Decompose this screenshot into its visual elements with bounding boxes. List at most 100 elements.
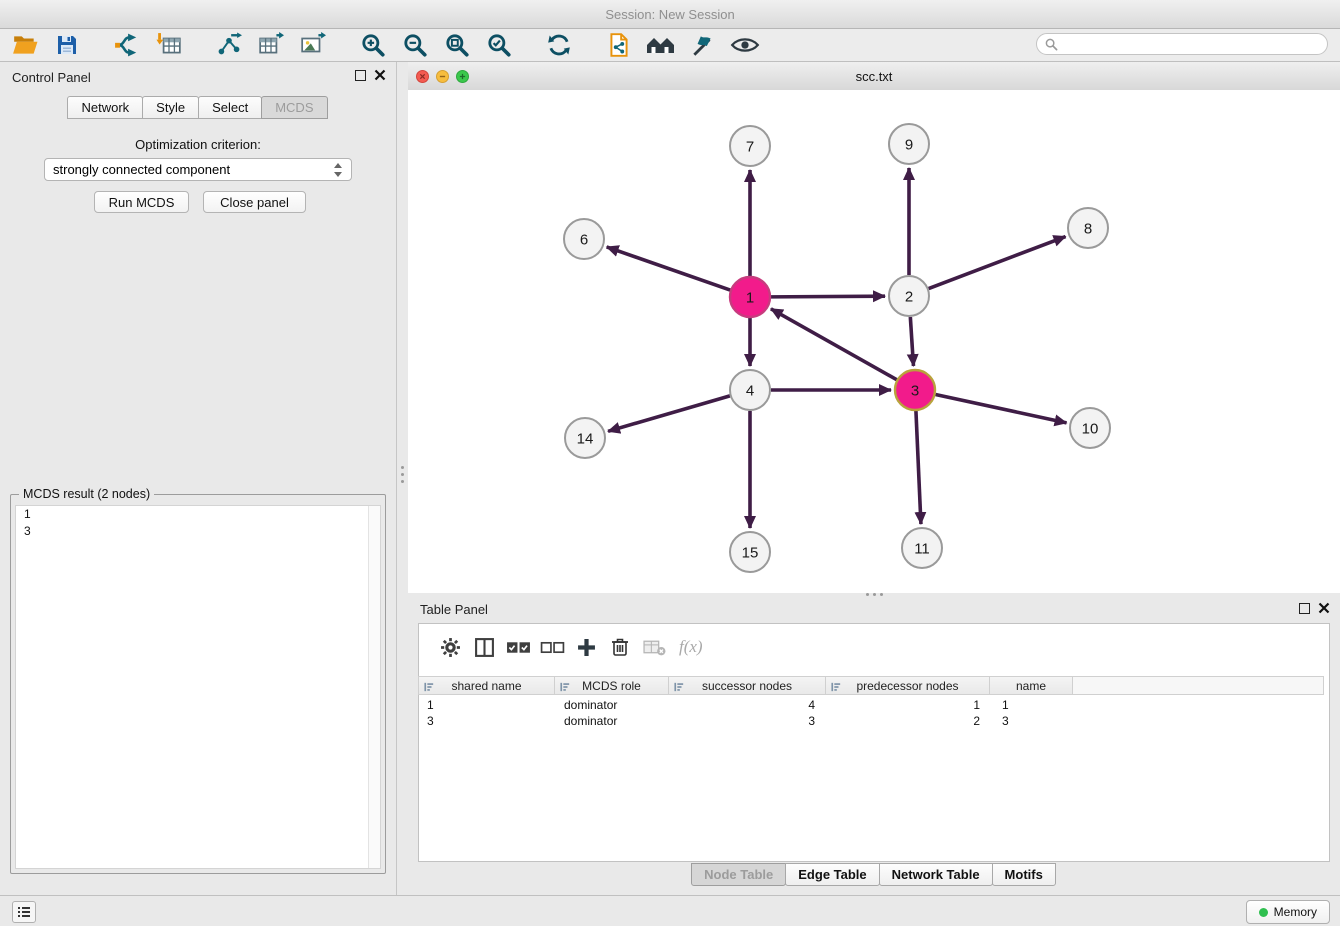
- zoom-in-icon[interactable]: [358, 30, 388, 60]
- graph-node-label: 4: [746, 383, 754, 400]
- memory-button[interactable]: Memory: [1246, 900, 1330, 924]
- tab-motifs[interactable]: Motifs: [992, 863, 1056, 886]
- vertical-splitter[interactable]: [397, 62, 408, 895]
- graph-node-label: 2: [905, 289, 913, 306]
- close-panel-icon[interactable]: [1318, 602, 1330, 614]
- global-search-field[interactable]: [1036, 33, 1328, 55]
- graph-edge-3-10[interactable]: [936, 394, 1067, 422]
- sort-icon: [560, 681, 570, 695]
- import-table-icon[interactable]: [154, 30, 184, 60]
- cell-name[interactable]: 3: [994, 713, 1078, 729]
- search-input[interactable]: [1063, 36, 1319, 53]
- graph-node-6[interactable]: 6: [564, 219, 604, 259]
- graph-edge-3-1[interactable]: [771, 309, 897, 380]
- graph-node-15[interactable]: 15: [730, 532, 770, 572]
- column-header-successor-nodes[interactable]: successor nodes: [668, 676, 826, 695]
- cell-shared-name[interactable]: 3: [419, 713, 556, 729]
- export-image-icon[interactable]: [298, 30, 328, 60]
- float-panel-icon[interactable]: [355, 70, 366, 81]
- graph-node-1[interactable]: 1: [730, 277, 770, 317]
- table-row[interactable]: 3 dominator 3 2 3: [419, 713, 1329, 729]
- mcds-result-textarea[interactable]: 1 3: [15, 505, 381, 869]
- style-brush-icon[interactable]: [688, 30, 718, 60]
- select-arrows-icon: [333, 162, 343, 178]
- show-columns-icon[interactable]: [467, 632, 501, 662]
- splitter-grip[interactable]: [400, 466, 404, 492]
- graph-edge-4-14[interactable]: [608, 396, 730, 431]
- graph-node-9[interactable]: 9: [889, 124, 929, 164]
- select-all-rows-icon[interactable]: [501, 632, 535, 662]
- function-builder-icon[interactable]: f(x): [679, 637, 703, 657]
- create-column-plus-icon[interactable]: [569, 632, 603, 662]
- network-canvas[interactable]: 7 9 6 8 1 2 3 4 10 14 15 11: [408, 90, 1340, 593]
- zoom-fit-icon[interactable]: [442, 30, 472, 60]
- minimize-window-icon[interactable]: [436, 70, 449, 83]
- graph-edge-2-3[interactable]: [910, 317, 913, 366]
- open-session-icon[interactable]: [10, 30, 40, 60]
- cell-predecessor-nodes[interactable]: 2: [829, 713, 994, 729]
- cell-successor-nodes[interactable]: 3: [671, 713, 829, 729]
- network-window-titlebar: scc.txt: [408, 62, 1340, 91]
- control-panel: Control Panel Network Style Select MCDS …: [0, 62, 397, 895]
- cell-mcds-role[interactable]: dominator: [556, 697, 671, 713]
- close-panel-button[interactable]: Close panel: [203, 191, 306, 213]
- tab-edge-table[interactable]: Edge Table: [785, 863, 879, 886]
- cell-predecessor-nodes[interactable]: 1: [829, 697, 994, 713]
- splitter-grip[interactable]: [866, 593, 883, 596]
- float-panel-icon[interactable]: [1299, 603, 1310, 614]
- save-session-icon[interactable]: [52, 30, 82, 60]
- graph-edge-2-8[interactable]: [929, 237, 1066, 289]
- maximize-window-icon[interactable]: [456, 70, 469, 83]
- delete-column-trash-icon[interactable]: [603, 632, 637, 662]
- zoom-out-icon[interactable]: [400, 30, 430, 60]
- cell-successor-nodes[interactable]: 4: [671, 697, 829, 713]
- graph-node-3[interactable]: 3: [895, 370, 935, 410]
- tab-node-table[interactable]: Node Table: [691, 863, 786, 886]
- cell-name[interactable]: 1: [994, 697, 1078, 713]
- graph-node-2[interactable]: 2: [889, 276, 929, 316]
- graph-node-8[interactable]: 8: [1068, 208, 1108, 248]
- graph-node-11[interactable]: 11: [902, 528, 942, 568]
- tab-mcds[interactable]: MCDS: [261, 96, 327, 119]
- show-hide-eye-icon[interactable]: [730, 30, 760, 60]
- graph-node-14[interactable]: 14: [565, 418, 605, 458]
- new-network-icon[interactable]: [214, 30, 244, 60]
- tab-select[interactable]: Select: [198, 96, 262, 119]
- graph-node-label: 9: [905, 137, 913, 154]
- tab-style[interactable]: Style: [142, 96, 199, 119]
- table-settings-gear-icon[interactable]: [433, 632, 467, 662]
- run-mcds-button[interactable]: Run MCDS: [94, 191, 189, 213]
- control-panel-tabs: Network Style Select MCDS: [0, 96, 396, 119]
- cell-mcds-role[interactable]: dominator: [556, 713, 671, 729]
- graph-node-4[interactable]: 4: [730, 370, 770, 410]
- graph-node-7[interactable]: 7: [730, 126, 770, 166]
- graph-node-label: 7: [746, 139, 754, 156]
- column-header-predecessor-nodes[interactable]: predecessor nodes: [825, 676, 990, 695]
- result-scrollbar[interactable]: [368, 506, 380, 868]
- network-from-clipboard-icon[interactable]: [604, 30, 634, 60]
- network-graph[interactable]: 7 9 6 8 1 2 3 4 10 14 15 11: [408, 90, 1340, 593]
- tab-network-table[interactable]: Network Table: [879, 863, 993, 886]
- graph-edge-1-2[interactable]: [771, 296, 885, 297]
- column-header-name[interactable]: name: [989, 676, 1073, 695]
- zoom-selected-icon[interactable]: [484, 30, 514, 60]
- deselect-all-rows-icon[interactable]: [535, 632, 569, 662]
- graph-node-label: 6: [580, 232, 588, 249]
- cell-shared-name[interactable]: 1: [419, 697, 556, 713]
- graph-node-10[interactable]: 10: [1070, 408, 1110, 448]
- column-header-mcds-role[interactable]: MCDS role: [554, 676, 669, 695]
- home-networks-icon[interactable]: [646, 30, 676, 60]
- close-window-icon[interactable]: [416, 70, 429, 83]
- export-table-icon[interactable]: [256, 30, 286, 60]
- column-header-shared-name[interactable]: shared name: [418, 676, 555, 695]
- import-network-icon[interactable]: [112, 30, 142, 60]
- tab-network[interactable]: Network: [67, 96, 143, 119]
- graph-edge-3-11[interactable]: [916, 411, 921, 524]
- graph-edge-1-6[interactable]: [607, 247, 731, 290]
- table-row[interactable]: 1 dominator 4 1 1: [419, 697, 1329, 713]
- close-panel-icon[interactable]: [374, 69, 386, 81]
- task-history-icon[interactable]: [12, 901, 36, 923]
- optimization-criterion-select[interactable]: strongly connected component: [44, 158, 352, 181]
- refresh-icon[interactable]: [544, 30, 574, 60]
- table-panel-tabs: Node Table Edge Table Network Table Moti…: [408, 863, 1340, 886]
